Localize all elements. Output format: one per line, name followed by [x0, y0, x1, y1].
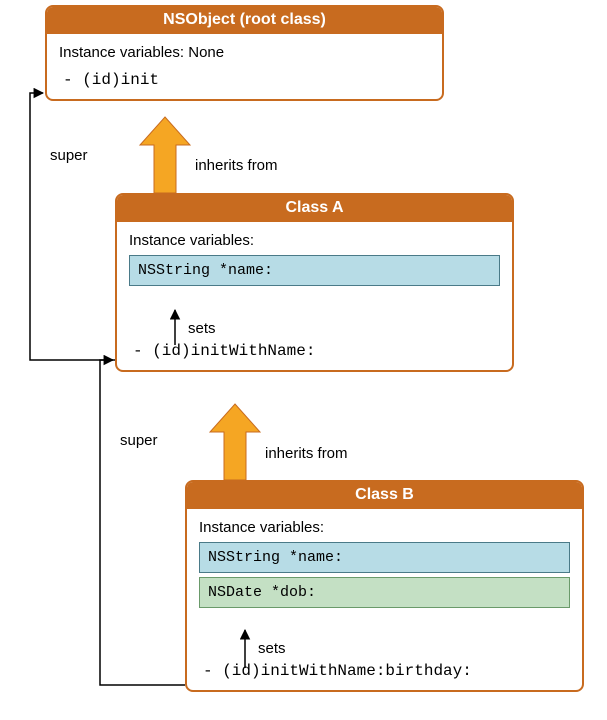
class-box-nsobject: NSObject (root class) Instance variables…	[45, 5, 444, 101]
ivar-label-nsobject: Instance variables: None	[59, 44, 430, 61]
ivar-a-name: NSString *name:	[129, 255, 500, 286]
super-arrow-a	[30, 93, 115, 360]
class-body-a: Instance variables: NSString *name: - (i…	[117, 222, 512, 370]
class-box-a: Class A Instance variables: NSString *na…	[115, 193, 514, 372]
label-sets-1: sets	[188, 320, 216, 337]
class-title-b: Class B	[187, 482, 582, 509]
label-sets-2: sets	[258, 640, 286, 657]
label-super-1: super	[50, 147, 88, 164]
method-nsobject: - (id)init	[63, 71, 430, 89]
class-title-a: Class A	[117, 195, 512, 222]
diagram-canvas: NSObject (root class) Instance variables…	[0, 0, 607, 720]
class-body-b: Instance variables: NSString *name: NSDa…	[187, 509, 582, 690]
ivar-label-a: Instance variables:	[129, 232, 500, 249]
super-arrow-b	[100, 360, 185, 685]
class-box-b: Class B Instance variables: NSString *na…	[185, 480, 584, 692]
inherits-arrow-b	[210, 404, 260, 480]
inherits-arrow-a	[140, 117, 190, 193]
ivar-b-name: NSString *name:	[199, 542, 570, 573]
ivar-label-b: Instance variables:	[199, 519, 570, 536]
method-a: - (id)initWithName:	[133, 342, 500, 360]
label-inherits-2: inherits from	[265, 445, 348, 462]
label-super-2: super	[120, 432, 158, 449]
class-title-nsobject: NSObject (root class)	[47, 7, 442, 34]
class-body-nsobject: Instance variables: None - (id)init	[47, 34, 442, 99]
ivar-b-dob: NSDate *dob:	[199, 577, 570, 608]
method-b: - (id)initWithName:birthday:	[203, 662, 570, 680]
label-inherits-1: inherits from	[195, 157, 278, 174]
